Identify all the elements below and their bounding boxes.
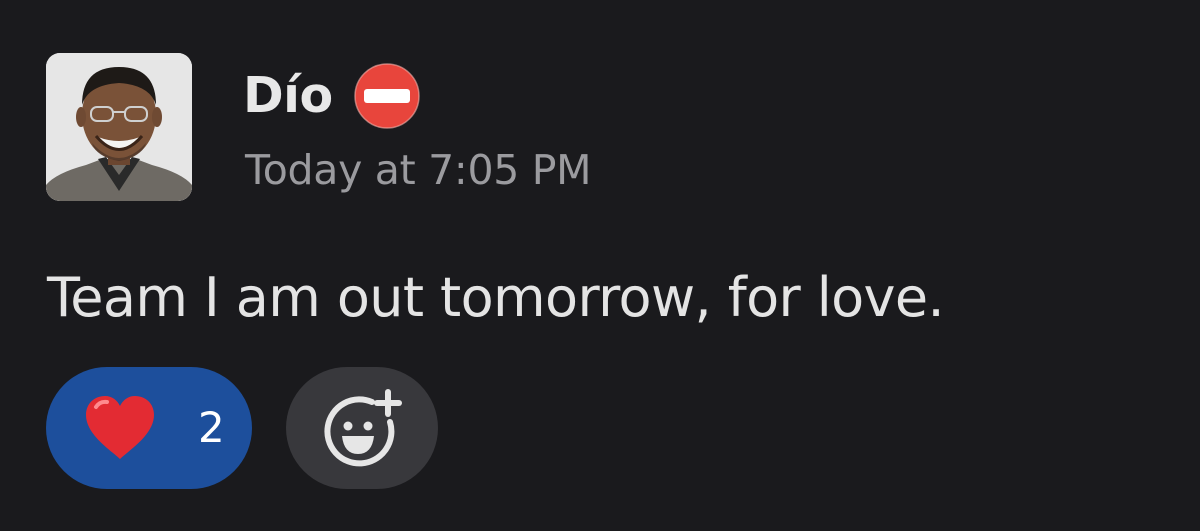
sender-header: Dío [243, 63, 421, 129]
red-heart-icon [86, 396, 154, 459]
message-text: Team I am out tomorrow, for love. [47, 266, 945, 329]
reaction-bar: 2 [46, 367, 438, 489]
add-reaction-button[interactable] [286, 367, 438, 489]
reaction-heart-button[interactable]: 2 [46, 367, 252, 489]
message-container: Dío Today at 7:05 PM Team I am out tomor… [0, 0, 1200, 531]
do-not-disturb-icon [353, 63, 420, 129]
sender-name[interactable]: Dío [243, 64, 333, 128]
avatar[interactable] [46, 53, 192, 201]
add-reaction-icon [324, 389, 402, 467]
reaction-count: 2 [198, 403, 225, 452]
message-timestamp[interactable]: Today at 7:05 PM [245, 142, 592, 198]
avatar-image [46, 53, 192, 201]
